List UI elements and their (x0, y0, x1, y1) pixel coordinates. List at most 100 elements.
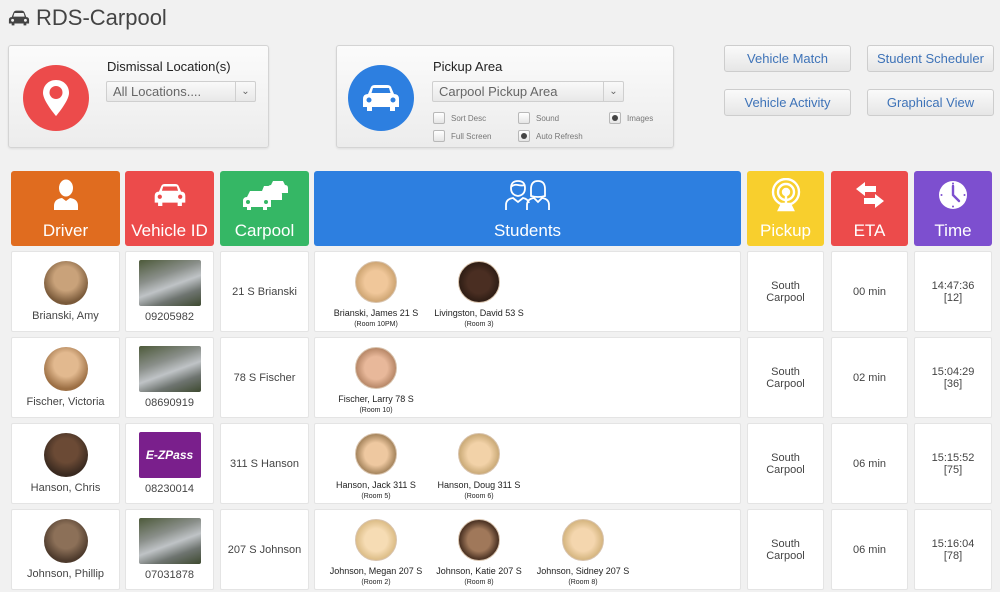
vehicle-cell: 08690919 (125, 337, 214, 418)
exchange-arrows-icon (854, 171, 886, 219)
student-room: (Room 2) (361, 579, 391, 586)
vehicle-activity-button[interactable]: Vehicle Activity (724, 89, 851, 116)
dismissal-location-select[interactable]: All Locations.... ⌄ (106, 81, 256, 102)
person-icon (52, 171, 80, 219)
column-label: ETA (853, 221, 886, 240)
column-header-vehicle-id[interactable]: Vehicle ID (125, 171, 214, 246)
student-card[interactable]: Hanson, Jack 311 S (Room 5) (321, 433, 431, 500)
vehicle-photo (138, 346, 201, 392)
car-icon (153, 171, 187, 219)
pickup-line2: Carpool (766, 549, 805, 562)
pickup-cell: South Carpool (747, 423, 824, 504)
student-name: Hanson, Doug 311 S (437, 480, 521, 490)
location-pin-icon (23, 65, 89, 131)
student-card[interactable]: Hanson, Doug 311 S (Room 6) (424, 433, 534, 500)
pickup-cell: South Carpool (747, 251, 824, 332)
chevron-down-icon[interactable]: ⌄ (603, 82, 623, 101)
pickup-line1: South (771, 365, 800, 378)
student-scheduler-button[interactable]: Student Scheduler (867, 45, 994, 72)
student-name: Johnson, Sidney 207 S (536, 566, 630, 576)
student-name: Johnson, Katie 207 S (436, 566, 522, 576)
student-avatar (355, 261, 397, 303)
student-card[interactable]: Johnson, Megan 207 S (Room 2) (321, 519, 431, 586)
column-label: Time (934, 221, 972, 240)
driver-avatar (43, 433, 88, 477)
student-card[interactable]: Fischer, Larry 78 S (Room 10) (321, 347, 431, 414)
arrival-time: 14:47:36 (931, 279, 975, 292)
column-label: Students (493, 221, 562, 240)
vehicle-photo (138, 260, 201, 306)
driver-cell: Fischer, Victoria (11, 337, 120, 418)
student-card[interactable]: Brianski, James 21 S (Room 10PM) (321, 261, 431, 328)
student-card[interactable]: Johnson, Katie 207 S (Room 8) (424, 519, 534, 586)
checkbox-box[interactable] (433, 112, 445, 124)
student-card[interactable]: Livingston, David 53 S (Room 3) (424, 261, 534, 328)
eta-value: 06 min (852, 543, 887, 556)
column-label: Driver (42, 221, 89, 240)
column-header-carpool[interactable]: Carpool (220, 171, 309, 246)
auto-refresh-label: Auto Refresh (536, 131, 583, 141)
sound-checkbox[interactable]: Sound (518, 112, 559, 124)
checkbox-box[interactable] (433, 130, 445, 142)
clock-icon (938, 171, 968, 219)
pickup-area-select[interactable]: Carpool Pickup Area ⌄ (432, 81, 624, 102)
carpool-cell: 78 S Fischer (220, 337, 309, 418)
student-name: Johnson, Megan 207 S (329, 566, 423, 576)
column-header-driver[interactable]: Driver (11, 171, 120, 246)
queue-number: [78] (943, 549, 963, 562)
eta-value: 00 min (852, 285, 887, 298)
graphical-view-button[interactable]: Graphical View (867, 89, 994, 116)
vehicle-cell: E-ZPass 08230014 (125, 423, 214, 504)
chevron-down-icon[interactable]: ⌄ (235, 82, 255, 101)
app-title: RDS-Carpool (8, 5, 167, 31)
ezpass-tag-image: E-ZPass (138, 432, 201, 478)
student-room: (Room 10PM) (354, 321, 398, 328)
student-avatar (458, 261, 500, 303)
pickup-line1: South (771, 451, 800, 464)
student-card[interactable]: Johnson, Sidney 207 S (Room 8) (528, 519, 638, 586)
carpool-name: 207 S Johnson (227, 543, 302, 556)
column-header-students[interactable]: Students (314, 171, 741, 246)
sort-desc-checkbox[interactable]: Sort Desc (433, 112, 486, 124)
pickup-line2: Carpool (766, 377, 805, 390)
eta-cell: 06 min (831, 509, 908, 590)
full-screen-checkbox[interactable]: Full Screen (433, 130, 491, 142)
time-cell: 15:04:29 [36] (914, 337, 992, 418)
checkbox-box[interactable] (609, 112, 621, 124)
driver-cell: Hanson, Chris (11, 423, 120, 504)
column-header-time[interactable]: Time (914, 171, 992, 246)
students-cell: Brianski, James 21 S (Room 10PM) Livingsto… (314, 251, 741, 332)
student-avatar (562, 519, 604, 561)
checkbox-box[interactable] (518, 112, 530, 124)
full-screen-label: Full Screen (451, 131, 492, 141)
broadcast-icon (770, 171, 802, 219)
pickup-cell: South Carpool (747, 509, 824, 590)
column-label: Carpool (234, 221, 295, 240)
vehicle-cell: 07031878 (125, 509, 214, 590)
student-room: (Room 3) (464, 321, 494, 328)
checkbox-box[interactable] (518, 130, 530, 142)
column-header-eta[interactable]: ETA (831, 171, 908, 246)
pickup-line1: South (771, 537, 800, 550)
students-icon (504, 171, 552, 219)
driver-cell: Brianski, Amy (11, 251, 120, 332)
student-avatar (355, 519, 397, 561)
driver-name: Brianski, Amy (32, 310, 99, 322)
student-avatar (458, 519, 500, 561)
queue-number: [36] (943, 377, 963, 390)
student-name: Livingston, David 53 S (434, 308, 524, 318)
auto-refresh-checkbox[interactable]: Auto Refresh (518, 130, 583, 142)
student-name: Fischer, Larry 78 S (338, 394, 414, 404)
students-cell: Hanson, Jack 311 S (Room 5) Hanson, Doug 3… (314, 423, 741, 504)
vehicle-id: 07031878 (145, 569, 194, 581)
driver-avatar (43, 347, 88, 391)
queue-number: [75] (943, 463, 963, 476)
vehicle-match-button[interactable]: Vehicle Match (724, 45, 851, 72)
driver-cell: Johnson, Phillip (11, 509, 120, 590)
vehicle-id: 09205982 (145, 311, 194, 323)
images-checkbox[interactable]: Images (609, 112, 653, 124)
dismissal-panel: Dismissal Location(s) All Locations.... … (8, 45, 269, 148)
vehicle-cell: 09205982 (125, 251, 214, 332)
column-header-pickup[interactable]: Pickup (747, 171, 824, 246)
eta-cell: 02 min (831, 337, 908, 418)
